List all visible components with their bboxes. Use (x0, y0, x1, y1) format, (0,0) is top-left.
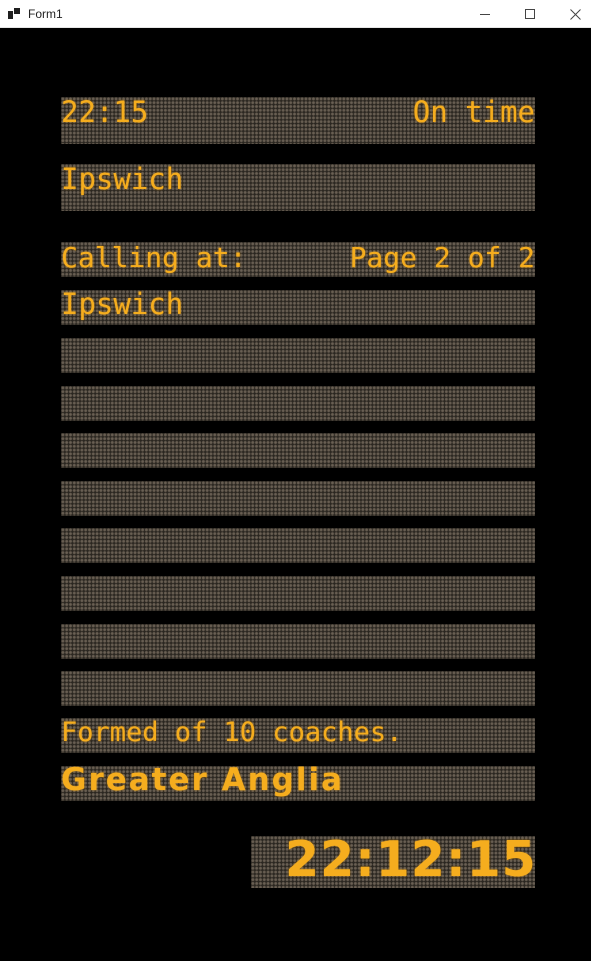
page-indicator: Page 2 of 2 (349, 242, 535, 274)
calling-point-row (61, 624, 535, 659)
destination-name: Ipswich (61, 164, 184, 196)
close-button[interactable] (552, 0, 591, 28)
calling-point-row (61, 481, 535, 516)
calling-point-row (61, 338, 535, 373)
minimize-button[interactable] (462, 0, 508, 28)
calling-point-name: Ipswich (61, 290, 184, 321)
maximize-icon (525, 9, 535, 19)
calling-point-row (61, 386, 535, 421)
calling-point-row (61, 528, 535, 563)
close-icon (569, 8, 581, 20)
calling-point-row (61, 433, 535, 468)
calling-at-label: Calling at: (61, 242, 247, 274)
window-title: Form1 (28, 7, 63, 21)
departure-time: 22:15 (61, 97, 149, 129)
maximize-button[interactable] (507, 0, 553, 28)
destination-panel: Ipswich (61, 164, 535, 211)
formation-text: Formed of 10 coaches. (61, 718, 403, 748)
departure-status: On time (412, 97, 535, 129)
clock-display: 22:12:15 (285, 836, 535, 888)
operator-name: Greater Anglia (61, 766, 345, 798)
clock-panel: 22:12:15 (251, 836, 535, 888)
operator-panel: Greater Anglia (61, 766, 535, 801)
calling-point-row (61, 576, 535, 611)
calling-point-row: Ipswich (61, 290, 535, 325)
calling-header-panel: Calling at: Page 2 of 2 (61, 242, 535, 277)
calling-point-row (61, 671, 535, 706)
minimize-icon (480, 14, 490, 15)
formation-panel: Formed of 10 coaches. (61, 718, 535, 753)
app-icon[interactable] (8, 8, 20, 19)
departure-row-panel: 22:15 On time (61, 97, 535, 144)
window-titlebar: Form1 (0, 0, 591, 28)
